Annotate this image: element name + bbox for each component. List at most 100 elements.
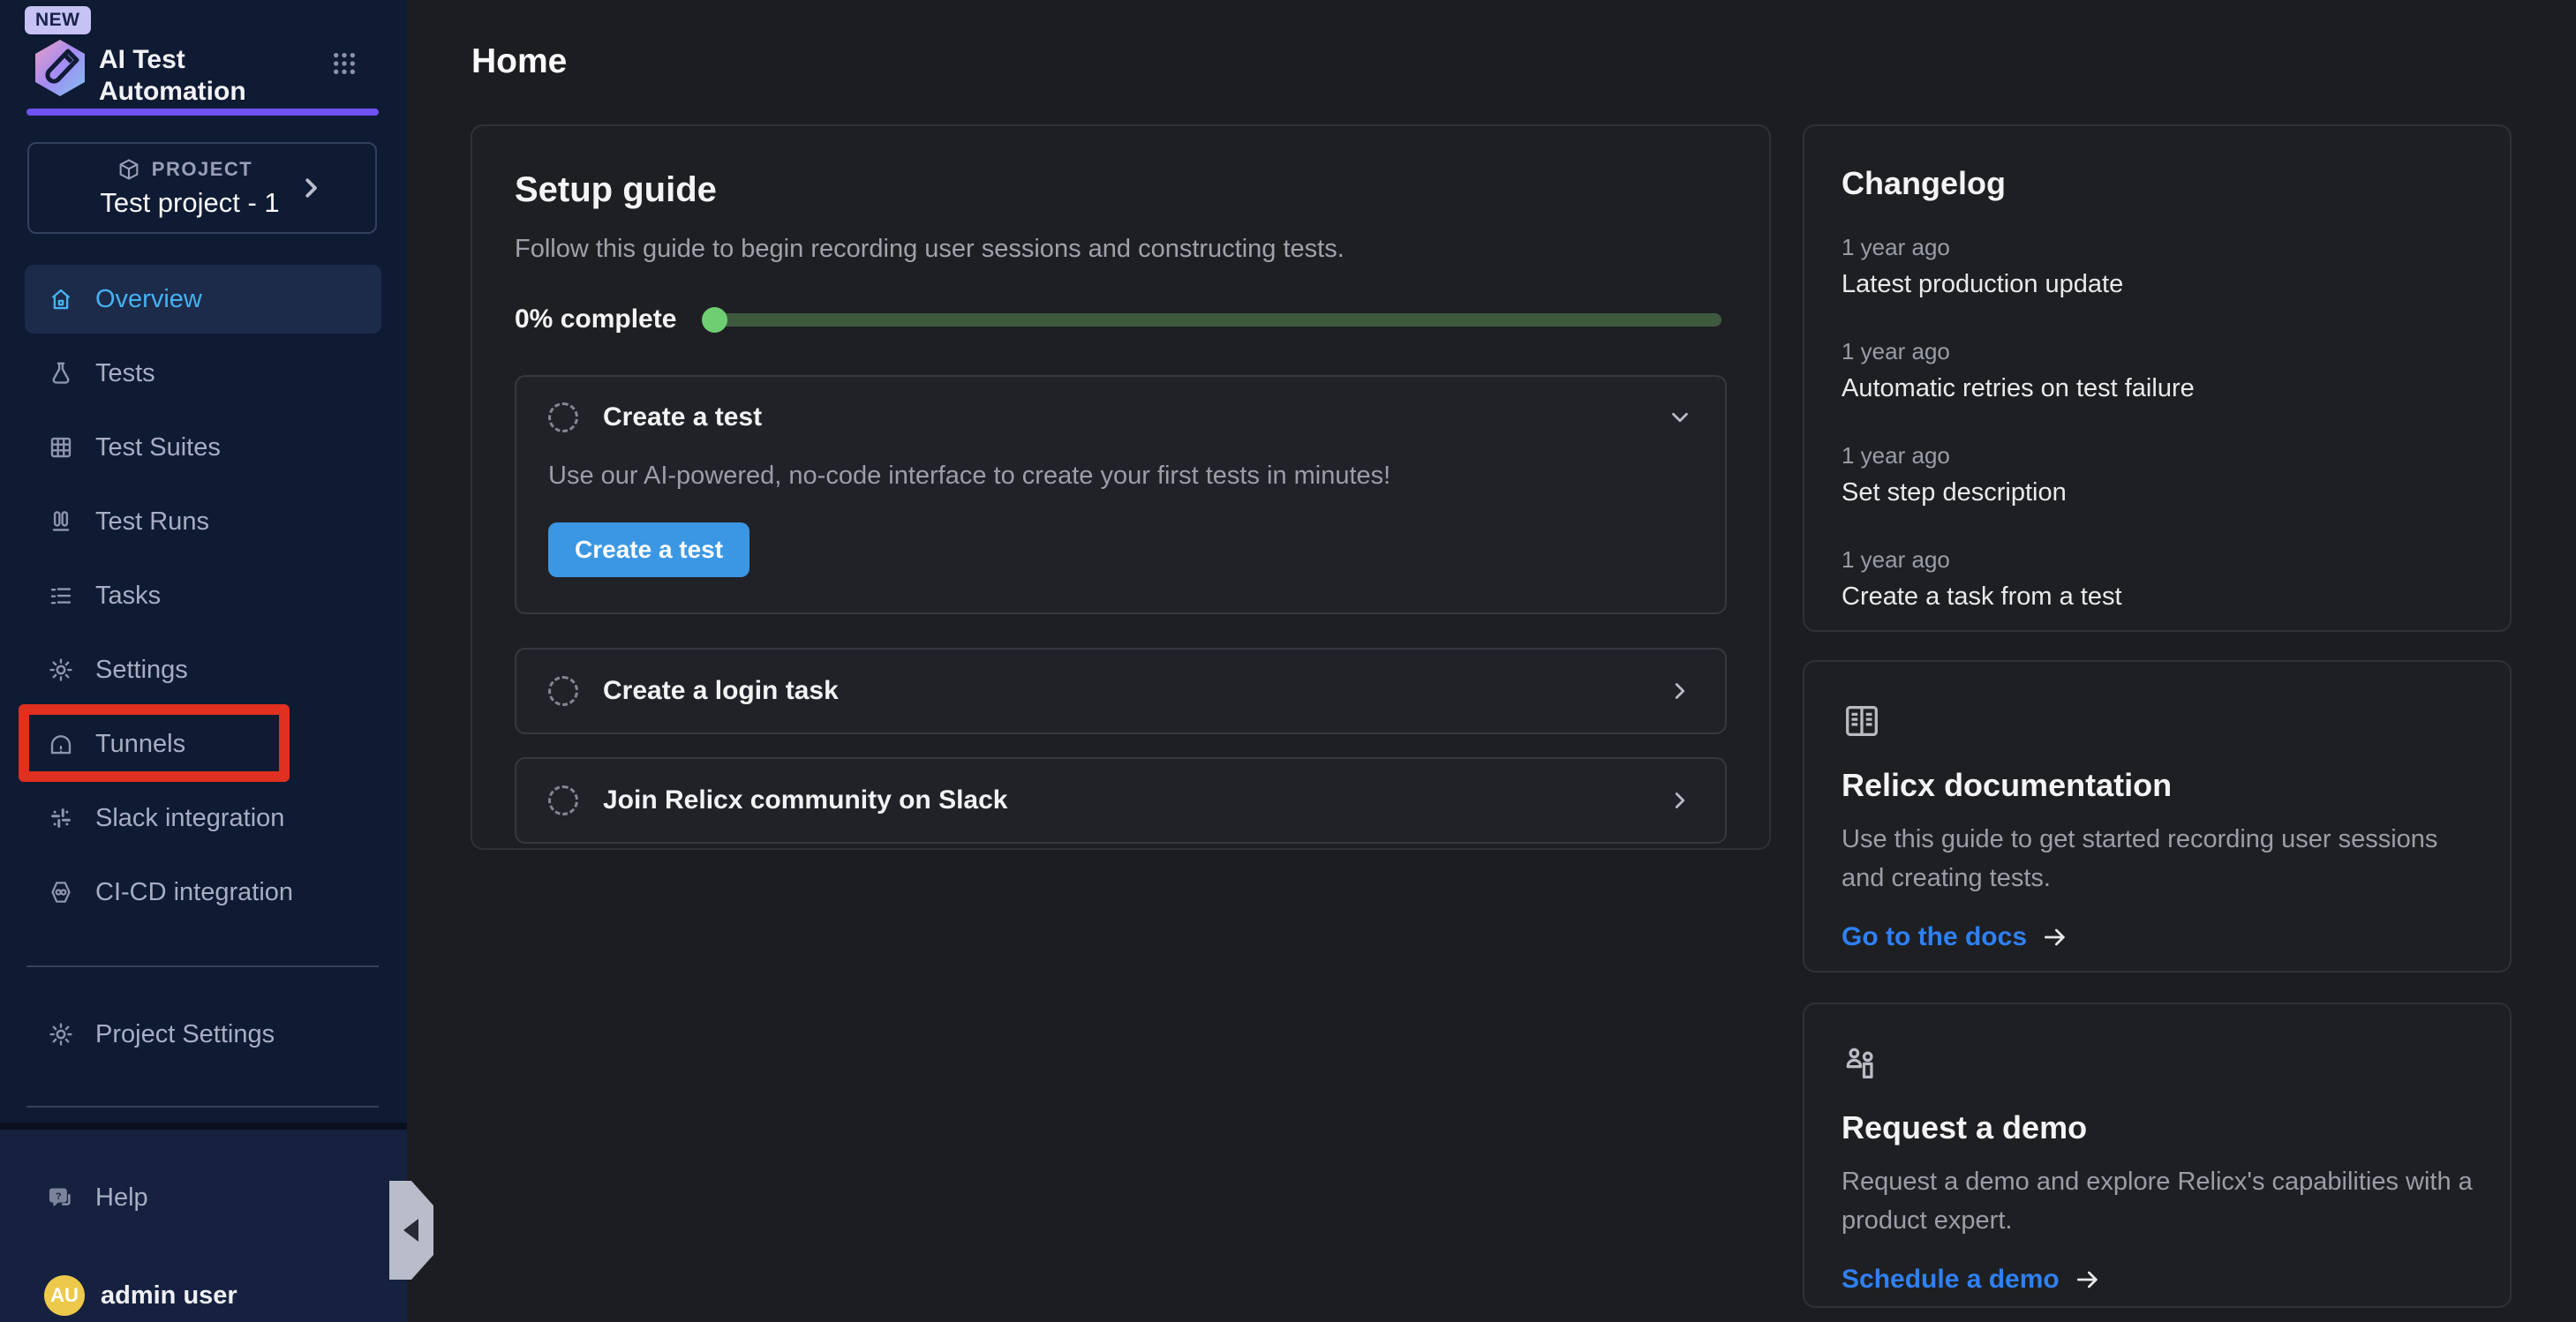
app-title: AI Test Automation (99, 44, 302, 108)
slack-icon (48, 805, 74, 831)
sidebar-item-label: Tunnels (95, 730, 185, 759)
arrow-right-icon (2074, 1266, 2102, 1294)
sidebar-item-label: Overview (95, 285, 202, 314)
sidebar-item-label: Project Settings (95, 1020, 275, 1049)
setup-guide-subtitle: Follow this guide to begin recording use… (515, 235, 1727, 264)
documentation-title: Relicx documentation (1842, 767, 2473, 804)
arrow-right-icon (2041, 923, 2069, 951)
changelog-time: 1 year ago (1842, 338, 2473, 365)
changelog-entry-title[interactable]: Set step description (1842, 478, 2473, 507)
package-icon (117, 157, 141, 182)
changelog-entry-title[interactable]: Automatic retries on test failure (1842, 374, 2473, 403)
people-icon (1842, 1043, 1882, 1084)
app-logo-icon (29, 39, 91, 97)
changelog-entry: 1 year ago Latest production update (1842, 234, 2473, 299)
sidebar-collapse-handle[interactable] (389, 1181, 433, 1280)
new-badge: NEW (25, 6, 91, 34)
setup-step-header[interactable]: Create a test (548, 377, 1693, 458)
sidebar-divider (26, 1106, 379, 1108)
home-icon (48, 286, 74, 312)
gear-icon (48, 1021, 74, 1048)
sidebar-item-label: CI-CD integration (95, 878, 293, 907)
changelog-entry: 1 year ago Set step description (1842, 442, 2473, 507)
sidebar-item-project-settings[interactable]: Project Settings (25, 1000, 381, 1069)
changelog-time: 1 year ago (1842, 546, 2473, 574)
setup-guide-title: Setup guide (515, 170, 1727, 210)
go-to-docs-link[interactable]: Go to the docs (1842, 922, 2473, 952)
request-demo-card: Request a demo Request a demo and explor… (1803, 1003, 2512, 1308)
sidebar-item-test-suites[interactable]: Test Suites (25, 413, 381, 482)
page-title: Home (471, 42, 567, 81)
sidebar-item-label: Settings (95, 656, 188, 685)
columns-icon (48, 508, 74, 535)
documentation-description: Use this guide to get started recording … (1842, 820, 2473, 898)
sidebar-item-tunnels[interactable]: Tunnels (25, 710, 381, 778)
chevron-right-icon (1667, 678, 1693, 704)
sidebar-nav: Overview Tests Test Suites Test Runs (25, 265, 381, 932)
incomplete-step-icon (548, 402, 578, 432)
user-menu[interactable]: AU admin user (44, 1275, 237, 1316)
project-selector[interactable]: PROJECT Test project - 1 (27, 142, 377, 234)
grid-table-icon (48, 434, 74, 461)
link-label: Schedule a demo (1842, 1265, 2060, 1295)
app-switcher-icon[interactable] (330, 49, 358, 78)
setup-step-create-login-task[interactable]: Create a login task (515, 648, 1727, 734)
tunnel-icon (48, 731, 74, 757)
request-demo-title: Request a demo (1842, 1109, 2473, 1146)
user-name: admin user (101, 1281, 237, 1311)
gear-icon (48, 657, 74, 683)
sidebar-item-label: Test Suites (95, 433, 221, 462)
sidebar-item-tasks[interactable]: Tasks (25, 561, 381, 630)
project-label: PROJECT (152, 158, 252, 181)
chevron-right-icon (298, 175, 324, 201)
task-list-icon (48, 582, 74, 609)
setup-progress: 0% complete (515, 304, 1727, 334)
sidebar-item-label: Tasks (95, 582, 161, 611)
progress-label: 0% complete (515, 304, 676, 334)
changelog-entry: 1 year ago Create a task from a test (1842, 546, 2473, 612)
user-avatar: AU (44, 1275, 85, 1316)
sidebar-item-label: Help (95, 1183, 148, 1213)
setup-step-create-test: Create a test Use our AI-powered, no-cod… (515, 375, 1727, 614)
sidebar-item-test-runs[interactable]: Test Runs (25, 487, 381, 556)
link-label: Go to the docs (1842, 922, 2027, 952)
changelog-time: 1 year ago (1842, 234, 2473, 261)
changelog-title: Changelog (1842, 165, 2473, 202)
request-demo-description: Request a demo and explore Relicx's capa… (1842, 1162, 2473, 1240)
sidebar-item-label: Tests (95, 359, 155, 388)
chevron-right-icon (1667, 787, 1693, 814)
infinity-hexagon-icon (48, 879, 74, 905)
sidebar-item-help[interactable]: ? Help (25, 1163, 381, 1232)
setup-guide-card: Setup guide Follow this guide to begin r… (471, 124, 1771, 850)
documentation-card: Relicx documentation Use this guide to g… (1803, 660, 2512, 973)
step-description: Use our AI-powered, no-code interface to… (548, 462, 1693, 491)
svg-text:?: ? (56, 1191, 62, 1202)
sidebar-item-label: Slack integration (95, 804, 284, 833)
sidebar-item-slack-integration[interactable]: Slack integration (25, 784, 381, 853)
sidebar-item-label: Test Runs (95, 507, 209, 537)
sidebar-item-cicd-integration[interactable]: CI-CD integration (25, 858, 381, 927)
app-screen: NEW AI Test Automation PROJECT (0, 0, 2576, 1322)
brand-accent-divider (26, 109, 379, 116)
incomplete-step-icon (548, 785, 578, 815)
sidebar-bottom-section: ? Help AU admin user (0, 1123, 407, 1322)
changelog-time: 1 year ago (1842, 442, 2473, 469)
create-test-button[interactable]: Create a test (548, 522, 749, 577)
schedule-demo-link[interactable]: Schedule a demo (1842, 1265, 2473, 1295)
changelog-card: Changelog 1 year ago Latest production u… (1803, 124, 2512, 632)
sidebar-item-overview[interactable]: Overview (25, 265, 381, 334)
sidebar-divider (26, 965, 379, 967)
changelog-entry-title[interactable]: Create a task from a test (1842, 582, 2473, 612)
step-title: Create a test (603, 402, 762, 432)
help-chat-icon: ? (48, 1184, 74, 1211)
progress-bar (704, 313, 1721, 327)
setup-step-join-slack[interactable]: Join Relicx community on Slack (515, 757, 1727, 844)
step-title: Create a login task (603, 676, 839, 706)
sidebar-item-settings[interactable]: Settings (25, 635, 381, 704)
changelog-entry-title[interactable]: Latest production update (1842, 270, 2473, 299)
chevron-down-icon (1667, 404, 1693, 431)
progress-knob (702, 307, 727, 333)
sidebar-item-tests[interactable]: Tests (25, 339, 381, 408)
incomplete-step-icon (548, 676, 578, 706)
book-icon (1842, 701, 1882, 741)
